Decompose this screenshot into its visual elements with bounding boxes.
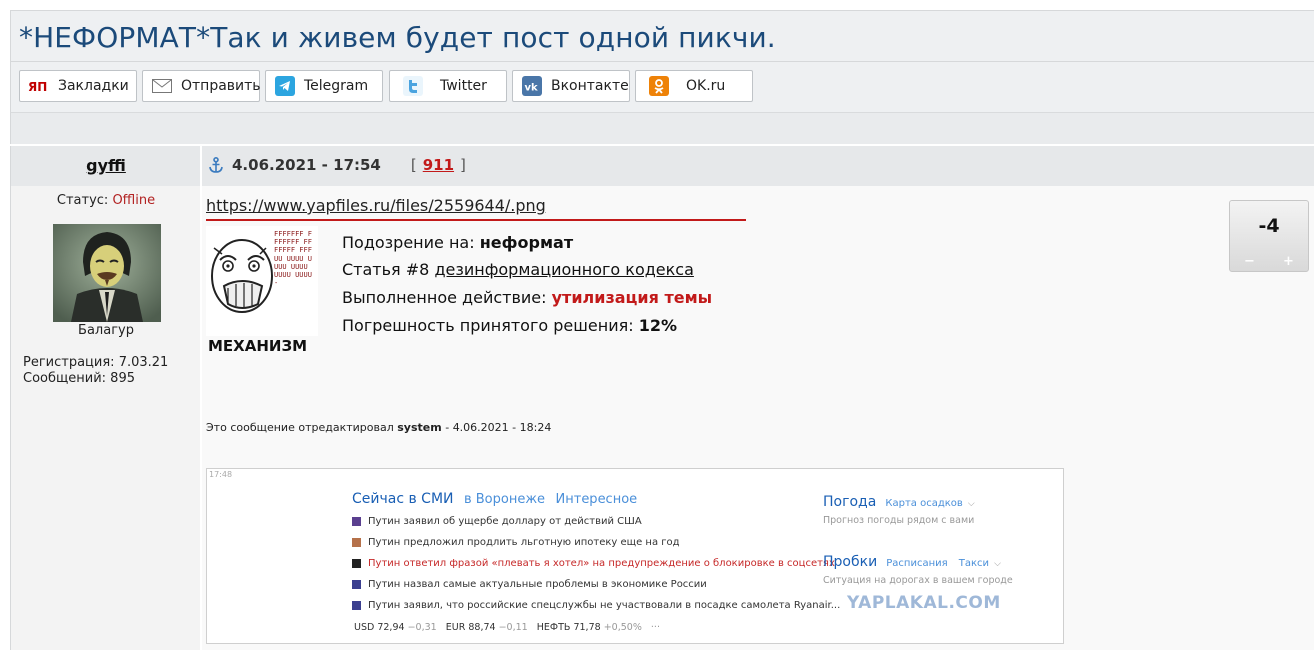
- author-column: Статус: Offline Балагур Регистрация: 7.0…: [10, 186, 200, 650]
- separator-bar: [10, 112, 1314, 144]
- post-author-header: gyffi: [10, 146, 200, 186]
- anchor-icon[interactable]: [208, 156, 224, 174]
- weather-widget: Погода Карта осадков ⌵: [823, 494, 975, 510]
- share-label: Отправить: [181, 78, 261, 94]
- rates-line: USD 72,94 −0,31 EUR 88,74 −0,11 НЕФТЬ 71…: [354, 622, 660, 633]
- share-label: Twitter: [440, 78, 487, 94]
- vote-up-button[interactable]: +: [1269, 255, 1308, 271]
- verdict-error: Погрешность принятого решения: 12%: [342, 316, 677, 335]
- vote-widget: -4 − +: [1229, 200, 1309, 272]
- news-item: Путин заявил об ущербе доллару от действ…: [352, 516, 642, 527]
- news-item: Путин ответил фразой «плевать я хотел» н…: [352, 558, 835, 569]
- code-link[interactable]: дезинформационного кодекса: [434, 260, 693, 279]
- envelope-icon: [151, 75, 173, 97]
- vote-down-button[interactable]: −: [1230, 255, 1269, 271]
- status-offline-badge: Offline: [112, 193, 156, 208]
- news-tabs: Сейчас в СМИ в Воронеже Интересное: [352, 491, 638, 507]
- author-status: Статус: Offline: [56, 193, 156, 208]
- meme-label: МЕХАНИЗМ: [208, 337, 308, 355]
- chevron-down-icon: ⌵: [994, 559, 1001, 569]
- news-item: Путин заявил, что российские спецслужбы …: [352, 600, 840, 611]
- svg-text:vk: vk: [525, 83, 539, 94]
- share-ok-button[interactable]: OK.ru: [635, 70, 753, 102]
- news-source-icon: [352, 601, 361, 610]
- author-rank: Балагур: [78, 323, 134, 338]
- traffic-widget: Пробки Расписания Такси ⌵: [823, 554, 1001, 570]
- share-send-button[interactable]: Отправить: [142, 70, 261, 102]
- post-number-bracket: [: [410, 156, 417, 174]
- verdict-suspicion: Подозрение на: неформат: [342, 233, 574, 252]
- post-meta-header: 4.06.2021 - 17:54 [ 911 ]: [202, 146, 1314, 186]
- news-source-icon: [352, 517, 361, 526]
- share-bookmarks-button[interactable]: ЯП Закладки: [19, 70, 137, 102]
- edit-note: Это сообщение отредактировал system - 4.…: [206, 421, 552, 434]
- post-link[interactable]: https://www.yapfiles.ru/files/2559644/.p…: [206, 196, 546, 215]
- share-label: Вконтакте: [551, 78, 629, 94]
- news-source-icon: [352, 538, 361, 547]
- traffic-sub: Ситуация на дорогах в вашем городе: [823, 575, 1013, 586]
- avatar[interactable]: [53, 224, 161, 322]
- author-message-count: Сообщений: 895: [23, 371, 135, 386]
- share-vk-button[interactable]: vk Вконтакте: [512, 70, 630, 102]
- post-date: 4.06.2021 - 17:54: [232, 156, 381, 174]
- news-source-icon: [352, 559, 361, 568]
- chevron-down-icon: ⌵: [967, 499, 975, 509]
- vk-icon: vk: [521, 75, 543, 97]
- post-number-link[interactable]: 911: [423, 156, 454, 174]
- rage-face-image: FFFFFFF FFFFFFF FFFFFFF FFFUU UUUU UUUU …: [206, 226, 318, 355]
- twitter-icon: [402, 75, 424, 97]
- post-number-bracket: ]: [460, 156, 466, 174]
- rage-face-text: FFFFFFF FFFFFFF FFFFFFF FFFUU UUUU UUUU …: [274, 230, 312, 288]
- yap-bookmarks-icon: ЯП: [28, 75, 50, 97]
- page-title: *НЕФОРМАТ*Так и живем будет пост одной п…: [19, 21, 776, 54]
- telegram-icon: [274, 75, 296, 97]
- weather-sub: Прогноз погоды рядом с вами: [823, 515, 975, 526]
- news-item: Путин назвал самые актуальные проблемы в…: [352, 579, 707, 590]
- news-item: Путин предложил продлить льготную ипотек…: [352, 537, 680, 548]
- divider-line: [206, 219, 746, 221]
- share-twitter-button[interactable]: Twitter: [389, 70, 507, 102]
- share-toolbar: ЯП Закладки Отправить Telegram Twitter v…: [10, 62, 1314, 112]
- share-telegram-button[interactable]: Telegram: [265, 70, 383, 102]
- author-registration: Регистрация: 7.03.21: [23, 355, 169, 370]
- odnoklassniki-icon: [648, 75, 670, 97]
- share-label: OK.ru: [686, 78, 726, 94]
- topic-title-bar: *НЕФОРМАТ*Так и живем будет пост одной п…: [10, 10, 1314, 62]
- news-source-icon: [352, 580, 361, 589]
- share-label: Telegram: [304, 78, 369, 94]
- author-name-link[interactable]: gyffi: [11, 156, 201, 175]
- post-body: https://www.yapfiles.ru/files/2559644/.p…: [202, 186, 1314, 650]
- post-meta: 4.06.2021 - 17:54 [ 911 ]: [208, 156, 466, 174]
- vote-score: -4: [1258, 215, 1280, 237]
- embedded-screenshot[interactable]: 17:48 Сейчас в СМИ в Воронеже Интересное…: [206, 468, 1064, 644]
- share-label: Закладки: [58, 78, 129, 94]
- screenshot-time: 17:48: [209, 470, 233, 479]
- svg-text:ЯП: ЯП: [28, 80, 47, 93]
- watermark: YAPLAKAL.COM: [847, 593, 1001, 613]
- verdict-action: Выполненное действие: утилизация темы: [342, 288, 713, 307]
- verdict-article: Статья #8 дезинформационного кодекса: [342, 260, 694, 279]
